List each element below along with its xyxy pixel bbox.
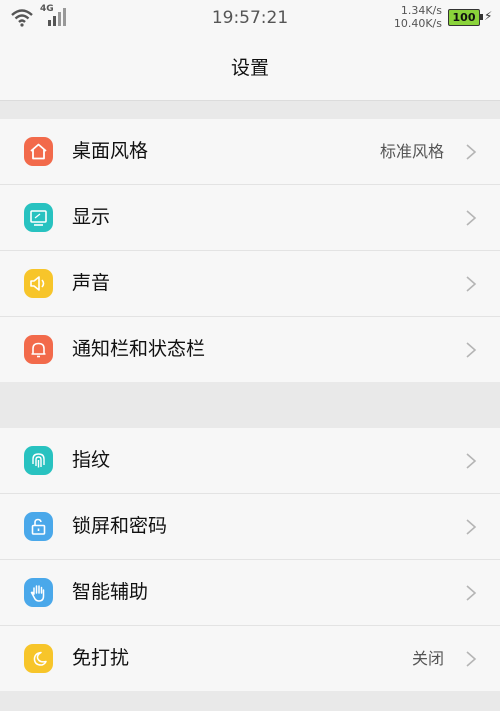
display-icon — [24, 203, 53, 232]
network-speed: 1.34K/s 10.40K/s — [394, 4, 442, 30]
battery-tip — [480, 14, 483, 20]
page-header: 设置 — [0, 36, 500, 101]
setting-label: 通知栏和状态栏 — [72, 338, 206, 360]
battery-level: 100 — [448, 9, 480, 26]
chevron-right-icon — [466, 519, 477, 535]
upload-speed: 1.34K/s — [400, 4, 442, 17]
charging-bolt-icon: ⚡ — [484, 9, 493, 23]
download-speed: 10.40K/s — [393, 17, 442, 30]
setting-display[interactable]: 显示 — [0, 185, 500, 251]
setting-sound[interactable]: 声音 — [0, 251, 500, 317]
setting-label: 锁屏和密码 — [72, 515, 168, 537]
setting-label: 显示 — [72, 206, 111, 228]
setting-value: 标准风格 — [379, 142, 444, 161]
setting-label: 桌面风格 — [72, 140, 149, 162]
chevron-right-icon — [466, 144, 477, 160]
chevron-right-icon — [466, 453, 477, 469]
moon-icon — [24, 644, 53, 673]
status-bar: 4G 19:57:21 1.34K/s 10.40K/s 100 ⚡ — [0, 0, 500, 36]
setting-label: 声音 — [72, 272, 111, 294]
setting-desktop-style[interactable]: 桌面风格 标准风格 — [0, 119, 500, 185]
page-title: 设置 — [230, 57, 269, 79]
setting-label: 免打扰 — [72, 647, 130, 669]
speaker-icon — [24, 269, 53, 298]
setting-label: 指纹 — [72, 449, 111, 471]
settings-group-security: 指纹 锁屏和密码 智能辅助 免打扰 关闭 — [0, 428, 500, 691]
settings-group-display: 桌面风格 标准风格 显示 声音 通知栏和状态栏 — [0, 119, 500, 382]
chevron-right-icon — [466, 210, 477, 226]
home-icon — [24, 137, 53, 166]
battery-indicator: 100 ⚡ — [448, 9, 492, 26]
setting-label: 智能辅助 — [72, 581, 149, 603]
chevron-right-icon — [466, 585, 477, 601]
setting-notifications[interactable]: 通知栏和状态栏 — [0, 317, 500, 382]
chevron-right-icon — [466, 276, 477, 292]
setting-fingerprint[interactable]: 指纹 — [0, 428, 500, 494]
chevron-right-icon — [466, 342, 477, 358]
chevron-right-icon — [466, 651, 477, 667]
setting-lockscreen-password[interactable]: 锁屏和密码 — [0, 494, 500, 560]
fingerprint-icon — [24, 446, 53, 475]
bell-icon — [24, 335, 53, 364]
hand-icon — [24, 578, 53, 607]
unlock-icon — [24, 512, 53, 541]
setting-do-not-disturb[interactable]: 免打扰 关闭 — [0, 626, 500, 691]
setting-value: 关闭 — [411, 649, 444, 668]
setting-smart-assist[interactable]: 智能辅助 — [0, 560, 500, 626]
